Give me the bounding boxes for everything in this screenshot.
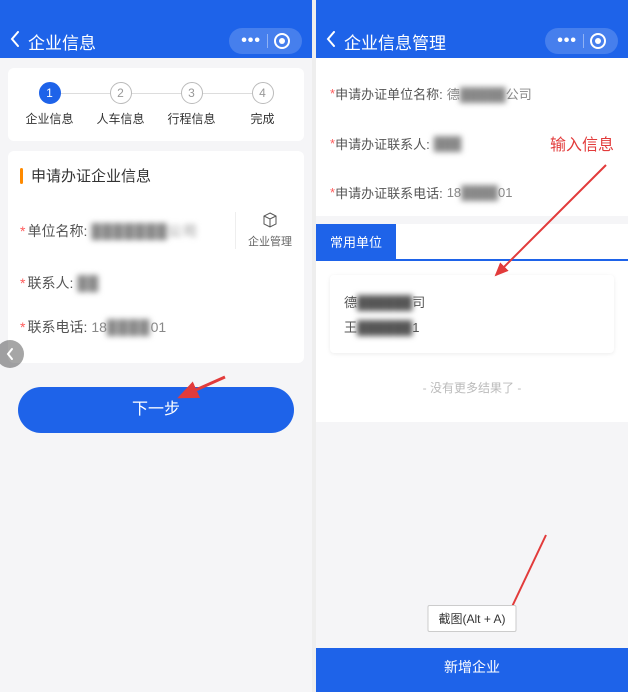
field-value: ███████公司 bbox=[91, 221, 197, 241]
step-3: 3 行程信息 bbox=[156, 82, 227, 127]
apply-company-row[interactable]: * 申请办证单位名称: 德█████公司 bbox=[330, 70, 614, 117]
field-label: 联系人: bbox=[27, 273, 73, 293]
field-label: 申请办证单位名称: bbox=[335, 84, 443, 103]
field-label: 单位名称: bbox=[27, 221, 87, 241]
step-1: 1 企业信息 bbox=[14, 82, 85, 127]
field-value: 18████01 bbox=[447, 185, 513, 200]
step-label: 人车信息 bbox=[96, 110, 144, 127]
tab-frequent[interactable]: 常用单位 bbox=[316, 224, 396, 259]
contact-person-row[interactable]: * 联系人: ██ bbox=[20, 261, 292, 305]
stepper-card: 1 企业信息 2 人车信息 3 行程信息 4 完成 bbox=[8, 68, 304, 141]
back-icon[interactable] bbox=[10, 31, 20, 52]
step-label: 企业信息 bbox=[25, 110, 73, 127]
step-label: 行程信息 bbox=[167, 110, 215, 127]
step-4: 4 完成 bbox=[227, 82, 298, 127]
right-screen: 企业信息管理 ••• * 申请办证单位名称: 德█████公司 * 申请办证联系… bbox=[316, 0, 628, 692]
section-title: 申请办证企业信息 bbox=[20, 165, 292, 186]
required-marker: * bbox=[20, 319, 25, 335]
step-circle: 4 bbox=[252, 82, 274, 104]
left-screen: 企业信息 ••• 1 企业信息 2 人车信息 3 bbox=[0, 0, 312, 692]
company-name-row[interactable]: * 单位名称: ███████公司 企业管理 bbox=[20, 200, 292, 261]
close-target-icon[interactable] bbox=[590, 33, 606, 49]
required-marker: * bbox=[20, 223, 25, 239]
field-value: 18████01 bbox=[91, 319, 166, 335]
screenshot-tooltip: 截图(Alt + A) bbox=[427, 605, 516, 632]
apply-contact-row[interactable]: * 申请办证联系人: ███ 输入信息 bbox=[330, 117, 614, 169]
cube-icon bbox=[262, 212, 278, 233]
step-circle: 2 bbox=[110, 82, 132, 104]
field-value: 德█████公司 bbox=[447, 84, 532, 103]
frequent-section: 常用单位 德██████司 王██████1 - 没有更多结果了 - bbox=[316, 224, 628, 422]
close-target-icon[interactable] bbox=[274, 33, 290, 49]
result-line: 王██████1 bbox=[344, 314, 600, 339]
miniprogram-menu[interactable]: ••• bbox=[545, 28, 618, 54]
field-label: 申请办证联系电话: bbox=[335, 183, 443, 202]
back-icon[interactable] bbox=[326, 31, 336, 52]
step-circle: 3 bbox=[181, 82, 203, 104]
step-2: 2 人车信息 bbox=[85, 82, 156, 127]
header-bar: 企业信息管理 ••• bbox=[316, 0, 628, 58]
result-card[interactable]: 德██████司 王██████1 bbox=[330, 275, 614, 353]
apply-phone-row[interactable]: * 申请办证联系电话: 18████01 bbox=[330, 169, 614, 216]
step-label: 完成 bbox=[250, 110, 274, 127]
add-enterprise-button[interactable]: 新增企业 bbox=[316, 648, 628, 692]
result-line: 德██████司 bbox=[344, 289, 600, 314]
page-title: 企业信息管理 bbox=[344, 29, 545, 54]
header-bar: 企业信息 ••• bbox=[0, 0, 312, 58]
tab-bar: 常用单位 bbox=[316, 224, 628, 261]
enterprise-info-card: 申请办证企业信息 * 单位名称: ███████公司 企业管理 * 联系人: █… bbox=[8, 151, 304, 363]
pill-separator bbox=[583, 34, 584, 48]
step-circle: 1 bbox=[39, 82, 61, 104]
field-value: ██ bbox=[77, 275, 99, 291]
pill-separator bbox=[267, 34, 268, 48]
enterprise-manage-button[interactable]: 企业管理 bbox=[235, 212, 292, 249]
more-icon[interactable]: ••• bbox=[551, 32, 583, 50]
required-marker: * bbox=[20, 275, 25, 291]
next-button[interactable]: 下一步 bbox=[18, 387, 294, 433]
annotation-text: 输入信息 bbox=[550, 131, 614, 155]
form-body: * 申请办证单位名称: 德█████公司 * 申请办证联系人: ███ 输入信息… bbox=[316, 58, 628, 216]
field-value: ███ bbox=[434, 136, 462, 151]
carousel-prev-icon[interactable] bbox=[0, 340, 24, 368]
field-label: 申请办证联系人: bbox=[335, 134, 430, 153]
more-icon[interactable]: ••• bbox=[235, 32, 267, 50]
annotation-arrow-icon bbox=[170, 372, 230, 402]
page-title: 企业信息 bbox=[28, 29, 229, 54]
field-label: 联系电话: bbox=[27, 317, 87, 337]
contact-phone-row[interactable]: * 联系电话: 18████01 bbox=[20, 305, 292, 349]
mgmt-label: 企业管理 bbox=[248, 233, 292, 249]
no-more-text: - 没有更多结果了 - bbox=[316, 353, 628, 422]
miniprogram-menu[interactable]: ••• bbox=[229, 28, 302, 54]
